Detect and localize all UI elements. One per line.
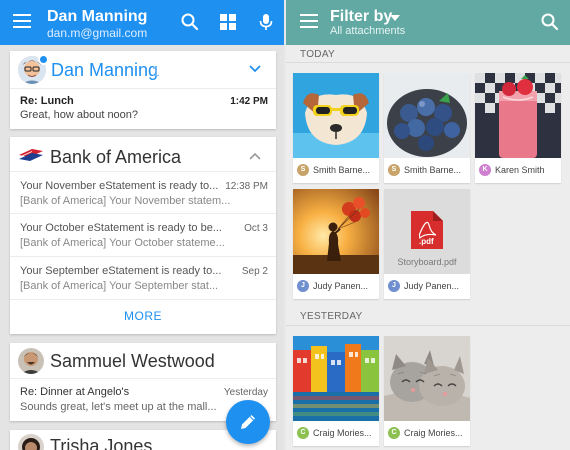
sender-chip: J (388, 280, 400, 292)
message-time: Sep 2 (241, 266, 268, 277)
attachment-thumbnail (293, 189, 379, 274)
attachment-footer: S Smith Barne... (293, 158, 379, 183)
message-time: 1:42 PM (230, 96, 268, 107)
attachment-tile[interactable]: .pdf Storyboard.pdf J Judy Panen... (384, 189, 470, 299)
avatar (18, 434, 44, 450)
account-name[interactable]: Dan Manning (47, 8, 147, 26)
attachment-thumbnail (475, 73, 561, 158)
file-name: Storyboard.pdf (397, 257, 457, 267)
attachment-footer: J Judy Panen... (293, 274, 379, 299)
menu-icon[interactable] (13, 14, 31, 28)
unread-dot-icon (38, 54, 49, 65)
bank-of-america-logo-icon (19, 149, 43, 161)
sender-chip: S (297, 164, 309, 176)
sender-chip: C (297, 427, 309, 439)
caret-down-icon[interactable] (390, 15, 400, 21)
message-time: Oct 3 (244, 223, 268, 234)
compose-button[interactable] (226, 400, 270, 444)
message-subject: Re: Lunch (20, 95, 74, 107)
attachment-tile[interactable]: S Smith Barne... (384, 73, 470, 183)
more-button[interactable]: MORE (10, 309, 276, 323)
section-header-yesterday: YESTERDAY (300, 311, 363, 322)
sender-chip: S (388, 164, 400, 176)
avatar (18, 348, 44, 374)
search-icon[interactable] (180, 12, 200, 32)
conversation-card-bank-of-america: Bank of America Your November eStatement… (10, 137, 276, 334)
sender-name: Sammuel Westwood (50, 351, 215, 371)
message-subject: Re: Dinner at Angelo's (20, 386, 130, 398)
divider (10, 299, 276, 300)
attachment-sender: Judy Panen... (313, 281, 369, 291)
attachment-footer: J Judy Panen... (384, 274, 470, 299)
message-preview: [Bank of America] Your September stat... (20, 280, 219, 292)
message-subject: Your September eStatement is ready to... (20, 265, 222, 277)
grid-view-icon[interactable] (218, 12, 238, 32)
attachments-pane: Filter by All attachments TODAY S Smith … (286, 0, 570, 450)
sender-name: Dan Manning (51, 60, 159, 80)
divider (286, 62, 570, 63)
message-preview: [Bank of America] Your November statem..… (20, 195, 231, 207)
sender-name: Trisha Jones (50, 436, 153, 450)
message-preview: Great, how about noon? (20, 109, 139, 121)
search-icon[interactable] (540, 12, 560, 32)
sender-chip: C (388, 427, 400, 439)
attachment-thumbnail (293, 73, 379, 158)
attachment-footer: S Smith Barne... (384, 158, 470, 183)
attachment-sender: Judy Panen... (404, 281, 460, 291)
message-row[interactable]: Your September eStatement is ready to...… (10, 257, 276, 298)
pencil-icon (241, 415, 255, 429)
attachment-thumbnail: .pdf Storyboard.pdf (384, 189, 470, 274)
attachments-app-bar: Filter by All attachments (286, 0, 570, 45)
message-time: Yesterday (223, 387, 268, 398)
attachment-footer: K Karen Smith (475, 158, 561, 183)
message-preview: Sounds great, let's meet up at the mall.… (20, 401, 217, 413)
conversation-card-dan-manning[interactable]: Dan Manning 1 Re: Lunch 1:42 PM Great, h… (10, 51, 276, 129)
divider (286, 325, 570, 326)
inbox-app-bar: Dan Manning dan.m@gmail.com (0, 0, 284, 45)
attachment-sender: Craig Mories... (404, 428, 463, 438)
message-row[interactable]: Your October eStatement is ready to be..… (10, 214, 276, 255)
chevron-down-icon[interactable] (248, 64, 262, 74)
section-header-today: TODAY (300, 49, 336, 60)
menu-icon[interactable] (300, 14, 318, 28)
message-subject: Your October eStatement is ready to be..… (20, 222, 222, 234)
divider (10, 378, 276, 379)
message-time: 12:38 PM (225, 181, 268, 192)
attachment-thumbnail (293, 336, 379, 421)
attachment-tile[interactable]: C Craig Mories... (384, 336, 470, 446)
account-email[interactable]: dan.m@gmail.com (47, 26, 147, 40)
attachment-tile[interactable]: C Craig Mories... (293, 336, 379, 446)
sender-chip: J (297, 280, 309, 292)
microphone-icon[interactable] (256, 12, 276, 32)
attachment-tile[interactable]: K Karen Smith (475, 73, 561, 183)
attachment-footer: C Craig Mories... (293, 421, 379, 446)
chevron-up-icon[interactable] (248, 151, 262, 161)
attachment-sender: Smith Barne... (313, 165, 371, 175)
sender-chip: K (479, 164, 491, 176)
attachment-sender: Karen Smith (495, 165, 545, 175)
attachment-footer: C Craig Mories... (384, 421, 470, 446)
message-count: 1 (152, 63, 160, 79)
message-preview: [Bank of America] Your October stateme..… (20, 237, 225, 249)
divider (10, 88, 276, 89)
message-subject: Your November eStatement is ready to... (20, 180, 219, 192)
attachment-thumbnail (384, 336, 470, 421)
filter-dropdown[interactable]: Filter by (330, 8, 392, 26)
attachment-tile[interactable]: J Judy Panen... (293, 189, 379, 299)
attachment-sender: Smith Barne... (404, 165, 462, 175)
message-row[interactable]: Your November eStatement is ready to... … (10, 172, 276, 213)
attachment-tile[interactable]: S Smith Barne... (293, 73, 379, 183)
attachment-sender: Craig Mories... (313, 428, 372, 438)
sender-name: Bank of America (50, 147, 182, 167)
filter-subtitle: All attachments (330, 25, 406, 37)
inbox-pane: Dan Manning dan.m@gmail.com Dan Manning … (0, 0, 284, 450)
file-type-label: .pdf (419, 237, 434, 246)
attachment-thumbnail (384, 73, 470, 158)
